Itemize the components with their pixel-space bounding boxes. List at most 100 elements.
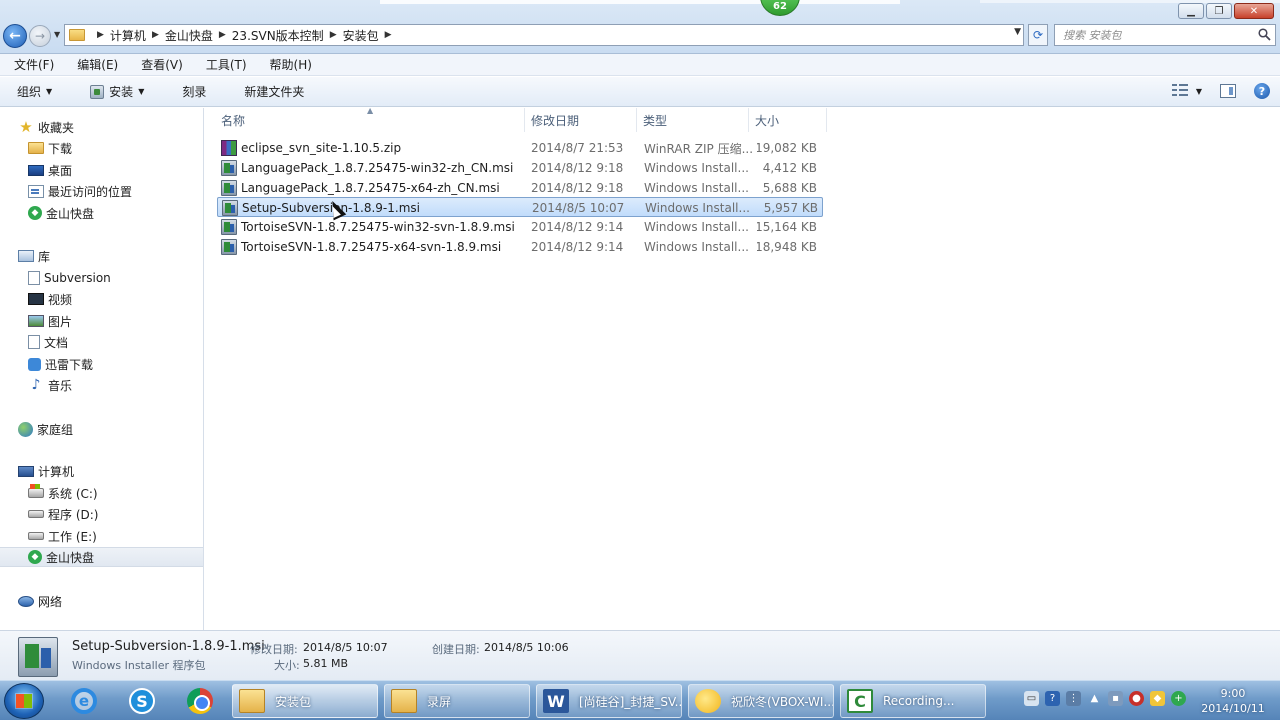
nav-item-videos[interactable]: 视频 — [0, 289, 203, 309]
file-row[interactable]: eclipse_svn_site-1.10.5.zip 2014/8/7 21:… — [217, 138, 823, 158]
nav-item-drive-e[interactable]: 工作 (E:) — [0, 526, 203, 546]
file-row[interactable]: TortoiseSVN-1.8.7.25475-x64-svn-1.8.9.ms… — [217, 237, 823, 257]
pinned-sogou[interactable]: S — [120, 684, 164, 718]
back-button[interactable]: ← — [3, 24, 27, 48]
chevron-down-icon: ▼ — [46, 87, 53, 96]
nav-favorites[interactable]: ★ 收藏夹 — [0, 117, 203, 137]
nav-network[interactable]: 网络 — [0, 591, 203, 611]
thunder-download-icon — [28, 357, 41, 371]
nav-item-recent-places[interactable]: 最近访问的位置 — [0, 181, 203, 201]
file-name-cell: Setup-Subversion-1.8.9-1.msi — [222, 198, 522, 218]
breadcrumb-computer[interactable]: 计算机 — [110, 27, 146, 44]
keyboard-icon[interactable]: ▭ — [1024, 691, 1039, 706]
address-bar[interactable]: ▶ 计算机 ▶ 金山快盘 ▶ 23.SVN版本控制 ▶ 安装包 ▶ ▼ — [64, 24, 1024, 46]
address-dropdown-icon[interactable]: ▼ — [1014, 27, 1021, 37]
file-row-selected[interactable]: Setup-Subversion-1.8.9-1.msi 2014/8/5 10… — [217, 197, 823, 217]
help-icon[interactable]: ? — [1254, 83, 1270, 99]
recent-pages-dropdown[interactable]: ▼ — [54, 30, 60, 39]
file-row[interactable]: LanguagePack_1.8.7.25475-x64-zh_CN.msi 2… — [217, 178, 823, 198]
nav-item-music[interactable]: ♪ 音乐 — [0, 375, 203, 395]
usb-icon[interactable]: ⋮ — [1066, 691, 1081, 706]
menu-view[interactable]: 查看(V) — [137, 55, 187, 74]
pinned-ie[interactable]: e — [62, 684, 106, 718]
file-row[interactable]: TortoiseSVN-1.8.7.25475-win32-svn-1.8.9.… — [217, 217, 823, 237]
kuaipan-tray-icon[interactable]: + — [1171, 691, 1186, 706]
install-button[interactable]: 安装 ▼ — [85, 80, 149, 103]
monitor-icon[interactable]: ▪ — [1108, 691, 1123, 706]
search-input[interactable]: 搜索 安装包 — [1054, 24, 1276, 46]
nav-item-desktop[interactable]: 桌面 — [0, 160, 203, 180]
antivirus-icon[interactable]: ● — [1129, 691, 1144, 706]
nav-label: 图片 — [48, 314, 73, 329]
nav-item-pictures[interactable]: 图片 — [0, 311, 203, 331]
menu-help[interactable]: 帮助(H) — [266, 55, 316, 74]
breadcrumb-separator[interactable]: ▶ — [152, 30, 159, 40]
notification-badge[interactable]: 62 — [760, 0, 800, 16]
close-button[interactable]: ✕ — [1234, 3, 1274, 19]
new-folder-button[interactable]: 新建文件夹 — [239, 80, 309, 103]
task-word-document[interactable]: W [尚硅谷]_封捷_SV... — [536, 684, 682, 718]
start-button[interactable] — [4, 683, 44, 719]
navigation-pane: ★ 收藏夹 下载 桌面 最近访问的位置 ◆ 金山快盘 库 Subversion … — [0, 108, 204, 630]
nav-item-drive-d[interactable]: 程序 (D:) — [0, 504, 203, 524]
breadcrumb-separator[interactable]: ▶ — [219, 30, 226, 40]
system-clock[interactable]: 9:00 2014/10/11 — [1194, 686, 1272, 716]
forward-button[interactable]: → — [29, 25, 51, 47]
file-type: Windows Install... — [644, 161, 749, 175]
change-view-button[interactable]: ▼ — [1171, 84, 1202, 98]
column-type[interactable]: 类型 — [637, 108, 749, 132]
nav-item-drive-c[interactable]: 系统 (C:) — [0, 483, 203, 503]
organize-label: 组织 — [17, 85, 42, 99]
nav-item-kuaipan[interactable]: ◆ 金山快盘 — [0, 203, 203, 223]
refresh-button[interactable]: ⟳ — [1028, 24, 1048, 46]
details-modified-value: 2014/8/5 10:07 — [303, 641, 388, 654]
help-tray-icon[interactable]: ? — [1045, 691, 1060, 706]
file-row[interactable]: LanguagePack_1.8.7.25475-win32-zh_CN.msi… — [217, 158, 823, 178]
task-chat[interactable]: 祝欣冬(VBOX-WI... — [688, 684, 834, 718]
nav-label: 文档 — [44, 335, 69, 350]
organize-button[interactable]: 组织 ▼ — [12, 80, 57, 103]
task-recording-folder[interactable]: 录屏 — [384, 684, 530, 718]
maximize-button[interactable]: ❐ — [1206, 3, 1232, 19]
nav-label: 桌面 — [48, 163, 73, 178]
task-install-folder[interactable]: 安装包 — [232, 684, 378, 718]
nav-item-subversion[interactable]: Subversion — [0, 268, 203, 288]
file-size: 4,412 KB — [762, 161, 817, 175]
details-created-label: 创建日期: — [432, 643, 480, 656]
winrar-zip-icon — [221, 140, 237, 156]
column-modified[interactable]: 修改日期 — [525, 108, 637, 132]
show-hidden-icon[interactable]: ▲ — [1087, 691, 1102, 706]
breadcrumb-separator[interactable]: ▶ — [97, 30, 104, 40]
column-size[interactable]: 大小 — [749, 108, 827, 132]
file-size: 19,082 KB — [757, 141, 817, 155]
menu-file[interactable]: 文件(F) — [10, 55, 58, 74]
nav-computer[interactable]: 计算机 — [0, 461, 203, 481]
document-icon — [28, 335, 40, 349]
nav-item-downloads[interactable]: 下载 — [0, 138, 203, 158]
menu-tools[interactable]: 工具(T) — [202, 55, 251, 74]
search-icon[interactable] — [1258, 28, 1271, 41]
breadcrumb-kuaipan[interactable]: 金山快盘 — [165, 27, 213, 44]
msi-installer-icon — [221, 239, 237, 255]
breadcrumb-separator[interactable]: ▶ — [330, 30, 337, 40]
burn-button[interactable]: 刻录 — [177, 80, 211, 103]
homegroup-icon — [18, 421, 33, 437]
breadcrumb-separator[interactable]: ▶ — [385, 30, 392, 40]
nav-homegroup[interactable]: 家庭组 — [0, 419, 203, 439]
nav-item-thunder[interactable]: 迅雷下载 — [0, 354, 203, 374]
messenger-icon[interactable]: ◆ — [1150, 691, 1165, 706]
task-recorder[interactable]: C Recording... — [840, 684, 986, 718]
nav-item-documents[interactable]: 文档 — [0, 332, 203, 352]
nav-item-kuaipan-drive[interactable]: ◆ 金山快盘 — [0, 547, 203, 567]
chat-icon — [695, 689, 721, 713]
preview-pane-icon[interactable] — [1220, 84, 1236, 98]
chrome-icon — [187, 688, 213, 714]
pinned-chrome[interactable] — [178, 684, 222, 718]
minimize-button[interactable]: ▁ — [1178, 3, 1204, 19]
breadcrumb-svn-folder[interactable]: 23.SVN版本控制 — [232, 27, 324, 44]
column-name[interactable]: 名称 — [215, 108, 525, 132]
breadcrumb-install-folder[interactable]: 安装包 — [343, 27, 379, 44]
menu-edit[interactable]: 编辑(E) — [73, 55, 122, 74]
nav-libraries[interactable]: 库 — [0, 246, 203, 266]
recent-places-icon — [28, 184, 44, 198]
